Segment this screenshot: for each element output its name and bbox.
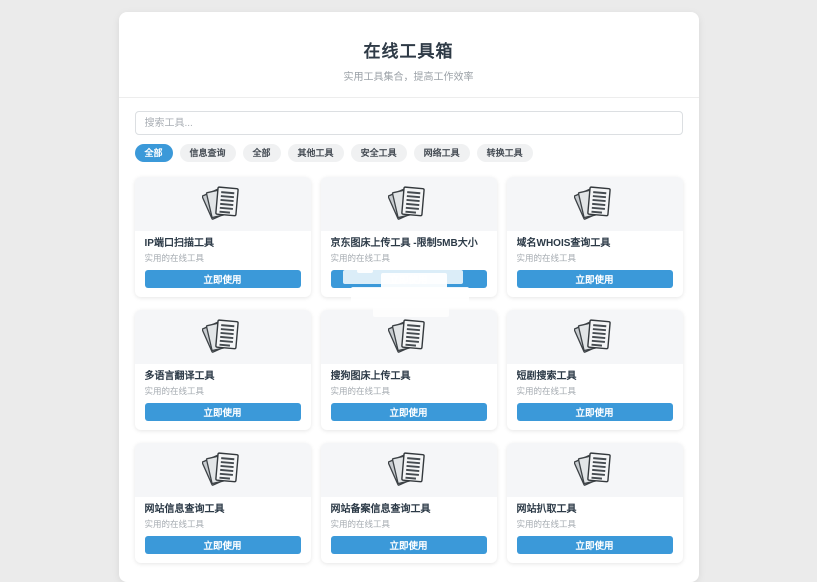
pages-icon [201, 451, 239, 486]
card-icon-area [506, 310, 683, 364]
tool-description: 实用的在线工具 [516, 386, 577, 396]
tool-description: 实用的在线工具 [144, 253, 205, 263]
tool-name: 多语言翻译工具 [144, 371, 215, 382]
tool-description: 实用的在线工具 [330, 253, 391, 263]
pages-icon [201, 185, 239, 220]
card-icon-area [506, 443, 683, 497]
filter-pill[interactable]: 安全工具 [350, 144, 407, 162]
tool-card: 网站备案信息查询工具 实用的在线工具 立即使用 [320, 443, 497, 563]
card-icon-area [320, 177, 497, 231]
tool-name: 网站备案信息查询工具 [330, 504, 431, 515]
tool-card: 京东图床上传工具 -限制5MB大小 实用的在线工具 立即使用 [320, 177, 497, 317]
filter-pill[interactable]: 其他工具 [287, 144, 344, 162]
card-icon-area [320, 310, 497, 364]
header: 在线工具箱 实用工具集合，提高工作效率 [135, 12, 683, 83]
card-body: 域名WHOIS查询工具 实用的在线工具 立即使用 [507, 231, 683, 297]
use-tool-button[interactable]: 立即使用 [330, 536, 487, 554]
card-body: 多语言翻译工具 实用的在线工具 立即使用 [135, 364, 311, 430]
tool-name: 网站信息查询工具 [144, 504, 225, 515]
tool-description: 实用的在线工具 [516, 519, 577, 529]
tool-description: 实用的在线工具 [516, 253, 577, 263]
tool-card: IP端口扫描工具 实用的在线工具 立即使用 [134, 177, 311, 297]
card-icon-area [134, 310, 311, 364]
tool-description: 实用的在线工具 [330, 386, 391, 396]
tool-description: 实用的在线工具 [144, 386, 205, 396]
card-body: 网站备案信息查询工具 实用的在线工具 立即使用 [321, 497, 497, 563]
use-tool-button[interactable]: 立即使用 [144, 270, 301, 288]
pages-icon [387, 185, 425, 220]
tool-name: IP端口扫描工具 [144, 238, 214, 249]
use-tool-button[interactable]: 立即使用 [144, 536, 301, 554]
tool-card: 搜狗图床上传工具 实用的在线工具 立即使用 [320, 310, 497, 430]
tool-description: 实用的在线工具 [144, 519, 205, 529]
header-divider [118, 97, 699, 98]
tool-name: 搜狗图床上传工具 [330, 371, 411, 382]
pages-icon [573, 451, 611, 486]
tool-card: 网站扒取工具 实用的在线工具 立即使用 [506, 443, 683, 563]
filter-bar: 全部 信息查询 全部 其他工具 安全工具 网络工具 转换工具 [134, 144, 683, 162]
pages-icon [573, 185, 611, 220]
filter-pill[interactable]: 全部 [242, 144, 281, 162]
tool-name: 短剧搜索工具 [516, 371, 577, 382]
card-body: 网站扒取工具 实用的在线工具 立即使用 [507, 497, 683, 563]
tool-card: 网站信息查询工具 实用的在线工具 立即使用 [134, 443, 311, 563]
toolbox-panel: 在线工具箱 实用工具集合，提高工作效率 全部信息查询全部其他工具安全工具网络工具… [118, 12, 699, 582]
pages-icon [573, 318, 611, 353]
card-body: 搜狗图床上传工具 实用的在线工具 立即使用 [321, 364, 497, 430]
page-title: 在线工具箱 [363, 42, 454, 61]
filter-pill[interactable]: 网络工具 [413, 144, 470, 162]
pages-icon [201, 318, 239, 353]
page-subtitle: 实用工具集合，提高工作效率 [343, 72, 474, 83]
use-tool-button[interactable]: 立即使用 [144, 403, 301, 421]
card-body: 短剧搜索工具 实用的在线工具 立即使用 [507, 364, 683, 430]
tool-description: 实用的在线工具 [330, 519, 391, 529]
tool-name: 域名WHOIS查询工具 [516, 238, 611, 249]
card-body: IP端口扫描工具 实用的在线工具 立即使用 [135, 231, 311, 297]
card-icon-area [506, 177, 683, 231]
card-icon-area [320, 443, 497, 497]
filter-pill[interactable]: 信息查询 [179, 144, 236, 162]
tool-card: 短剧搜索工具 实用的在线工具 立即使用 [506, 310, 683, 430]
tool-name: 网站扒取工具 [516, 504, 577, 515]
card-body: 网站信息查询工具 实用的在线工具 立即使用 [135, 497, 311, 563]
use-tool-button[interactable]: 立即使用 [516, 403, 673, 421]
card-icon-area [134, 177, 311, 231]
filter-pill[interactable]: 转换工具 [476, 144, 533, 162]
use-tool-button[interactable]: 立即使用 [330, 403, 487, 421]
tool-card: 域名WHOIS查询工具 实用的在线工具 立即使用 [506, 177, 683, 297]
tool-card: 多语言翻译工具 实用的在线工具 立即使用 [134, 310, 311, 430]
use-tool-button[interactable]: 立即使用 [516, 536, 673, 554]
use-tool-button[interactable]: 立即使用 [330, 270, 487, 288]
use-tool-button[interactable]: 立即使用 [516, 270, 673, 288]
tool-name: 京东图床上传工具 -限制5MB大小 [330, 238, 478, 249]
pages-icon [387, 451, 425, 486]
card-icon-area [134, 443, 311, 497]
pages-icon [387, 318, 425, 353]
filter-pill-active[interactable]: 全部 [134, 144, 173, 162]
tools-grid: IP端口扫描工具 实用的在线工具 立即使用 京东图床上传工具 -限制5MB大小 … [134, 177, 683, 563]
card-body: 京东图床上传工具 -限制5MB大小 实用的在线工具 立即使用 [321, 231, 497, 297]
search-input[interactable] [134, 111, 683, 135]
